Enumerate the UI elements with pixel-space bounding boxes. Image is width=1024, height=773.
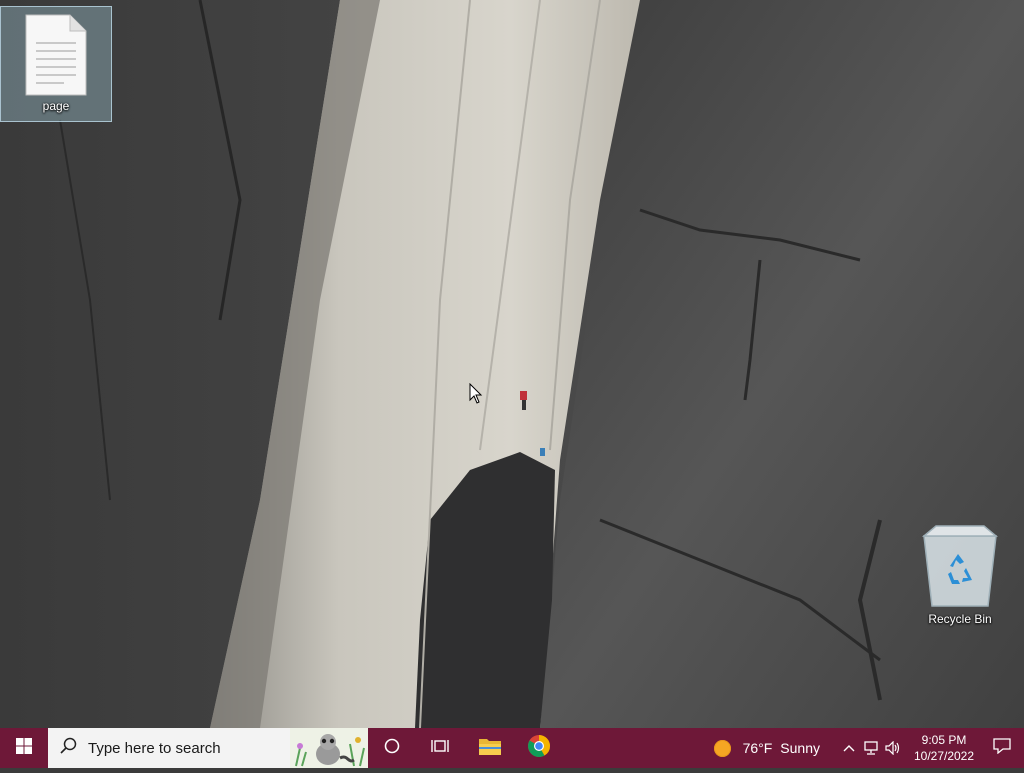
chrome-button[interactable]	[516, 728, 562, 768]
weather-temperature: 76°F	[742, 740, 773, 756]
search-icon	[60, 737, 78, 760]
network-icon[interactable]	[860, 728, 882, 768]
notification-icon	[993, 737, 1011, 759]
task-view-icon	[431, 738, 449, 759]
volume-icon[interactable]	[882, 728, 904, 768]
system-tray	[838, 728, 904, 768]
action-center-button[interactable]	[980, 728, 1024, 768]
chrome-icon	[527, 734, 551, 763]
clock[interactable]: 9:05 PM 10/27/2022	[908, 732, 980, 764]
task-view-button[interactable]	[416, 728, 464, 768]
search-highlight-illustration-icon	[290, 728, 368, 768]
recycle-bin-icon	[920, 524, 1000, 610]
weather-condition: Sunny	[780, 740, 820, 756]
weather-widget[interactable]: 76°F Sunny	[713, 739, 820, 757]
text-document-icon	[24, 13, 88, 97]
windows-logo-icon	[16, 737, 32, 759]
file-explorer-button[interactable]	[464, 728, 516, 768]
cortana-circle-icon	[384, 738, 400, 759]
start-button[interactable]	[0, 728, 48, 768]
desktop-icon-page[interactable]: page	[0, 6, 112, 122]
taskbar: Type here to search 76°F Sunny 9:05 PM 1…	[0, 728, 1024, 768]
search-placeholder: Type here to search	[88, 739, 221, 757]
desktop-icon-label: Recycle Bin	[928, 612, 992, 626]
desktop-icon-label: page	[42, 99, 70, 113]
clock-date: 10/27/2022	[913, 749, 975, 763]
search-box[interactable]: Type here to search	[48, 728, 368, 768]
clock-time: 9:05 PM	[921, 733, 967, 747]
cortana-button[interactable]	[368, 728, 416, 768]
mouse-cursor-icon	[469, 382, 483, 410]
folder-icon	[478, 736, 502, 761]
desktop-icon-recycle-bin[interactable]: Recycle Bin	[918, 524, 1002, 636]
sun-icon	[713, 739, 731, 757]
show-hidden-icons-chevron-up-icon[interactable]	[838, 728, 860, 768]
desktop-wallpaper	[0, 0, 1024, 728]
